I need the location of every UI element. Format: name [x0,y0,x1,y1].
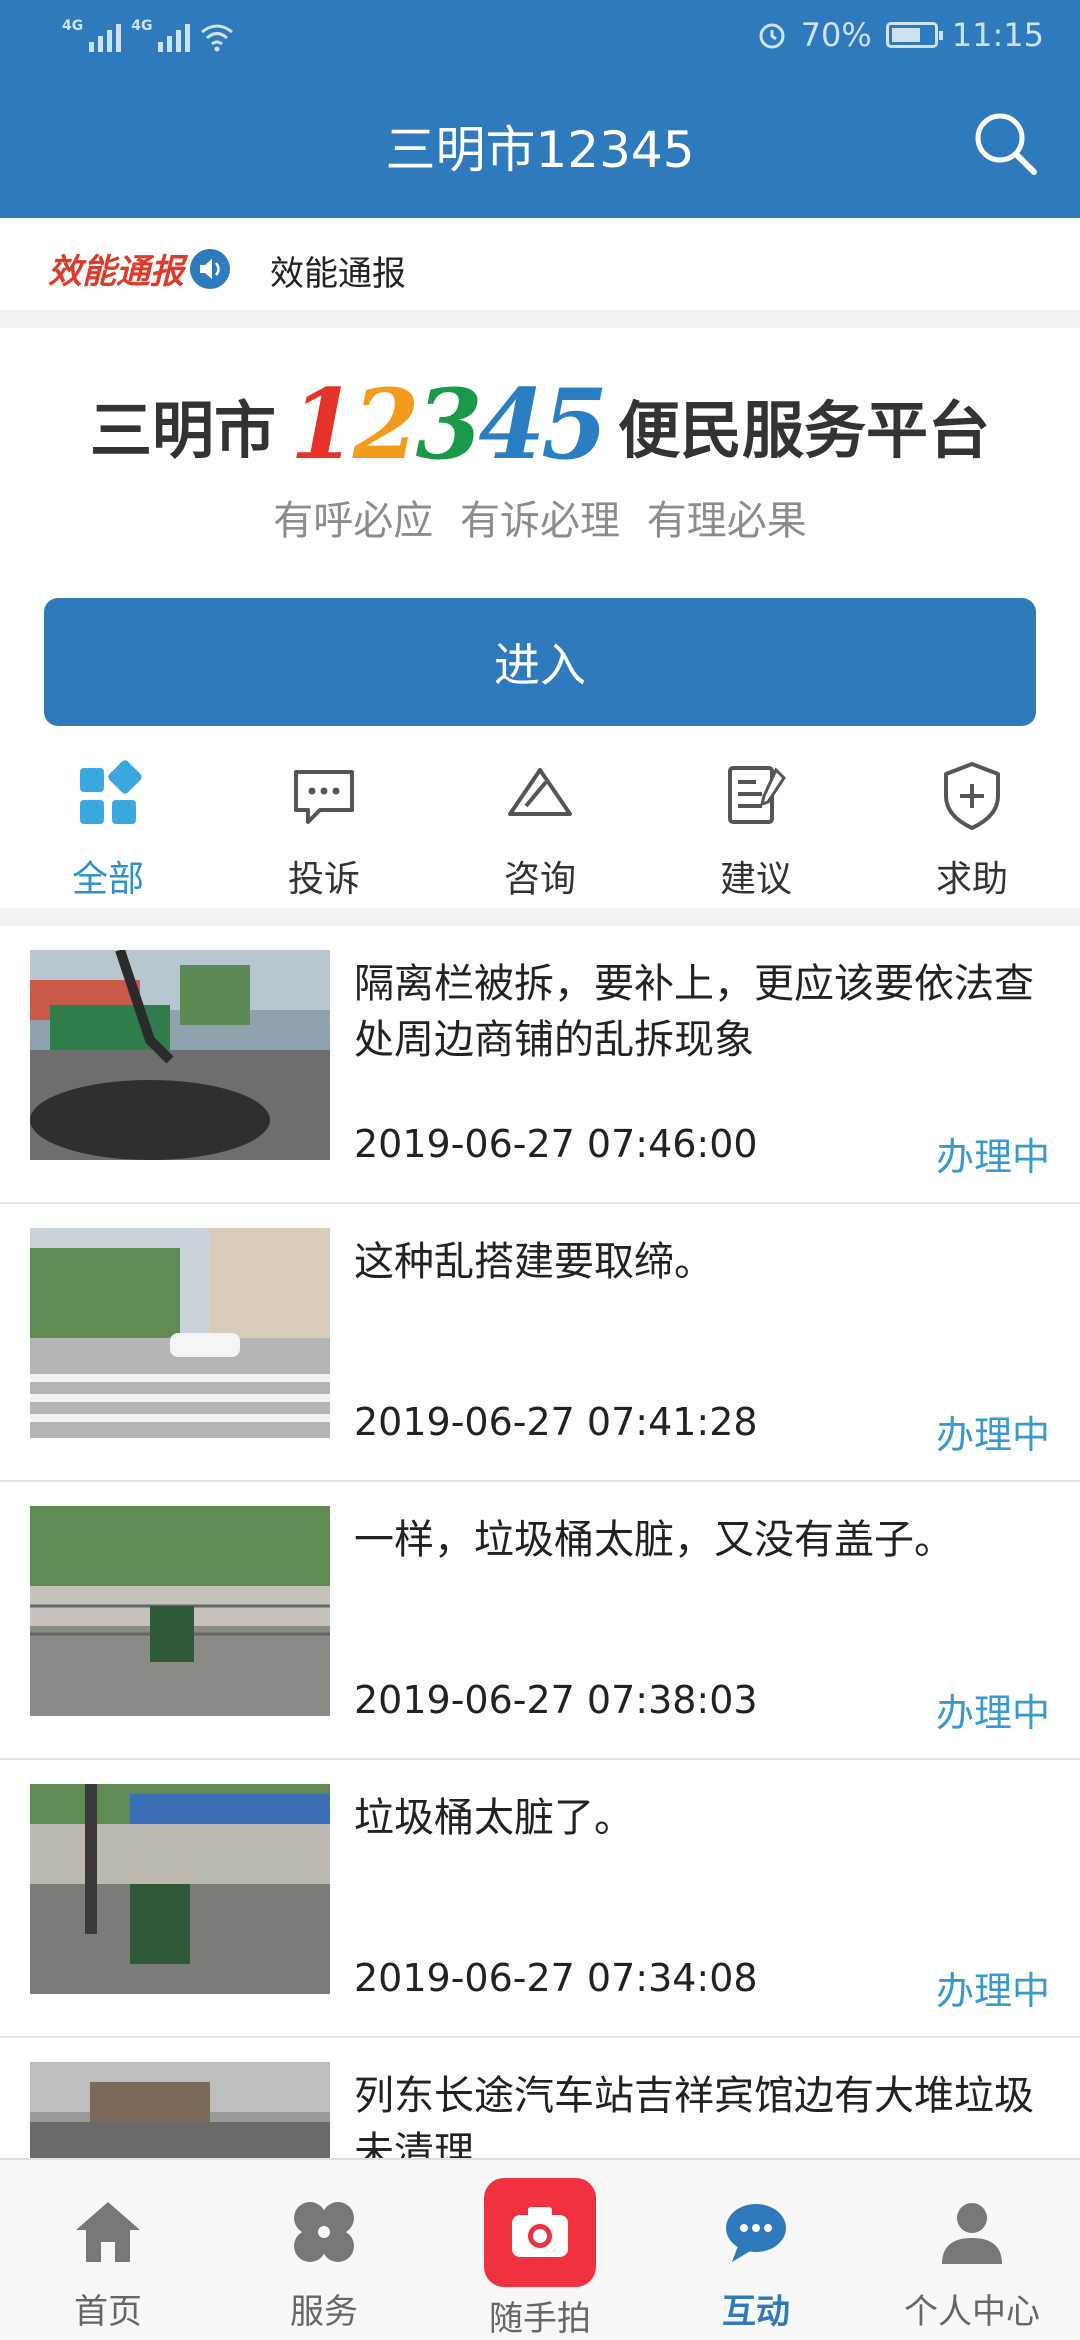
category-suggest[interactable]: 建议 [648,748,864,908]
slogan: 有呼必应 有诉必理 有理必果 [273,498,807,544]
item-photo [30,1506,330,1716]
item-title: 这种乱搭建要取缔。 [354,1239,714,1285]
brand-digit: 5 [541,368,608,481]
street-photo [30,1506,330,1716]
tab-services[interactable]: 服务 [216,2160,432,2340]
tab-label: 首页 [74,2292,142,2332]
street-photo [30,950,330,1160]
category-complaint[interactable]: 投诉 [216,748,432,908]
enter-button[interactable]: 进入 [44,598,1036,726]
wifi-icon [201,24,234,52]
brand-digit: 2 [352,368,420,481]
clock: 11:15 [951,16,1044,54]
tab-profile[interactable]: 个人中心 [864,2160,1080,2340]
brand-digit: 1 [290,368,357,481]
notice-logo: 效能通报 [48,244,232,293]
notice-bar[interactable]: 效能通报 效能通报 [0,218,1080,310]
tab-label: 互动 [722,2292,790,2332]
status-badge: 办理中 [935,1691,1050,1735]
battery-percent: 70% [800,16,872,54]
signal-icon: 4G [62,18,122,52]
app-header: 4G 4G 70% 11:15 三明市12345 [0,0,1080,218]
category-label: 建议 [719,859,792,900]
brand-prefix: 三明市 [89,393,276,467]
tab-interact[interactable]: 互动 [648,2160,864,2340]
network-type: 4G [131,18,153,34]
brand-digit: 4 [478,368,545,481]
grid-icon [80,760,142,824]
status-right: 70% 11:15 [757,16,1044,54]
category-all[interactable]: 全部 [0,748,216,908]
category-consult[interactable]: 咨询 [432,748,648,908]
tab-label: 服务 [290,2292,358,2332]
item-title: 一样，垃圾桶太脏，又没有盖子。 [354,1517,954,1563]
search-icon[interactable] [970,108,1040,178]
document-pen-icon [728,766,786,824]
item-photo [30,1228,330,1438]
item-title: 列东长途汽车站吉祥宾馆边有大堆垃圾未清理 [354,2073,1034,2158]
item-title: 垃圾桶太脏了。 [354,1795,634,1841]
tab-snapshot[interactable]: 随手拍 [432,2160,648,2340]
list-item[interactable]: 列东长途汽车站吉祥宾馆边有大堆垃圾未清理 [0,2038,1080,2158]
home-icon [76,2202,140,2262]
list-item[interactable]: 这种乱搭建要取缔。 2019-06-27 07:41:28 办理中 [0,1204,1080,1482]
category-label: 投诉 [287,859,360,900]
list-item[interactable]: 一样，垃圾桶太脏，又没有盖子。 2019-06-27 07:38:03 办理中 [0,1482,1080,1760]
camera-button[interactable] [484,2178,596,2287]
notice-text: 效能通报 [270,254,406,294]
report-list: 隔离栏被拆，要补上，更应该要依法查处周边商铺的乱拆现象 2019-06-27 0… [0,926,1080,2158]
battery-icon [885,22,943,48]
item-title: 隔离栏被拆，要补上，更应该要依法查处周边商铺的乱拆现象 [354,961,1034,1063]
item-time: 2019-06-27 07:38:03 [354,1678,758,1722]
banner: 三明市 1 2 3 4 5 便民服务平台 有呼必应 有诉必理 有理必果 进入 全… [0,328,1080,908]
status-badge: 办理中 [935,1969,1050,2013]
street-photo [30,1784,330,1994]
item-time: 2019-06-27 07:34:08 [354,1956,758,2000]
speaker-icon [190,248,230,289]
platform-brand: 三明市 1 2 3 4 5 便民服务平台 [0,368,1080,481]
item-photo [30,2062,330,2158]
item-time: 2019-06-27 07:46:00 [354,1122,758,1166]
list-item[interactable]: 隔离栏被拆，要补上，更应该要依法查处周边商铺的乱拆现象 2019-06-27 0… [0,926,1080,1204]
signal-icon: 4G [131,18,191,52]
shield-plus-icon [944,762,1000,830]
page-title: 三明市12345 [385,121,695,179]
item-photo [30,1784,330,1994]
category-help[interactable]: 求助 [864,748,1080,908]
category-label: 咨询 [503,859,576,900]
tab-label: 个人中心 [904,2292,1040,2332]
envelope-pen-icon [508,768,572,816]
network-type: 4G [62,18,84,34]
category-tabs: 全部 投诉 咨询 建议 求助 [0,748,1080,908]
status-badge: 办理中 [935,1135,1050,1179]
category-label: 求助 [935,859,1008,900]
tab-home[interactable]: 首页 [0,2160,216,2340]
status-badge: 办理中 [935,1413,1050,1457]
camera-icon [512,2206,568,2257]
chat-icon [726,2204,786,2262]
street-photo [30,2062,330,2158]
person-icon [942,2203,1002,2264]
brand-suffix: 便民服务平台 [617,393,990,467]
four-petal-icon [294,2202,354,2262]
chat-bubble-icon [294,770,354,824]
status-left: 4G 4G [62,18,234,52]
tab-label: 随手拍 [489,2299,591,2339]
status-bar: 4G 4G 70% 11:15 [0,0,1080,74]
item-time: 2019-06-27 07:41:28 [354,1400,758,1444]
category-label: 全部 [71,859,144,900]
notice-logo-text: 效能通报 [48,252,184,292]
list-item[interactable]: 垃圾桶太脏了。 2019-06-27 07:34:08 办理中 [0,1760,1080,2038]
bottom-tab-bar: 首页 服务 随手拍 互动 个人中心 [0,2158,1080,2340]
street-photo [30,1228,330,1438]
item-photo [30,950,330,1160]
brand-digits: 1 2 3 4 5 [290,368,608,481]
alarm-icon [759,23,785,49]
brand-digit: 3 [415,368,483,481]
